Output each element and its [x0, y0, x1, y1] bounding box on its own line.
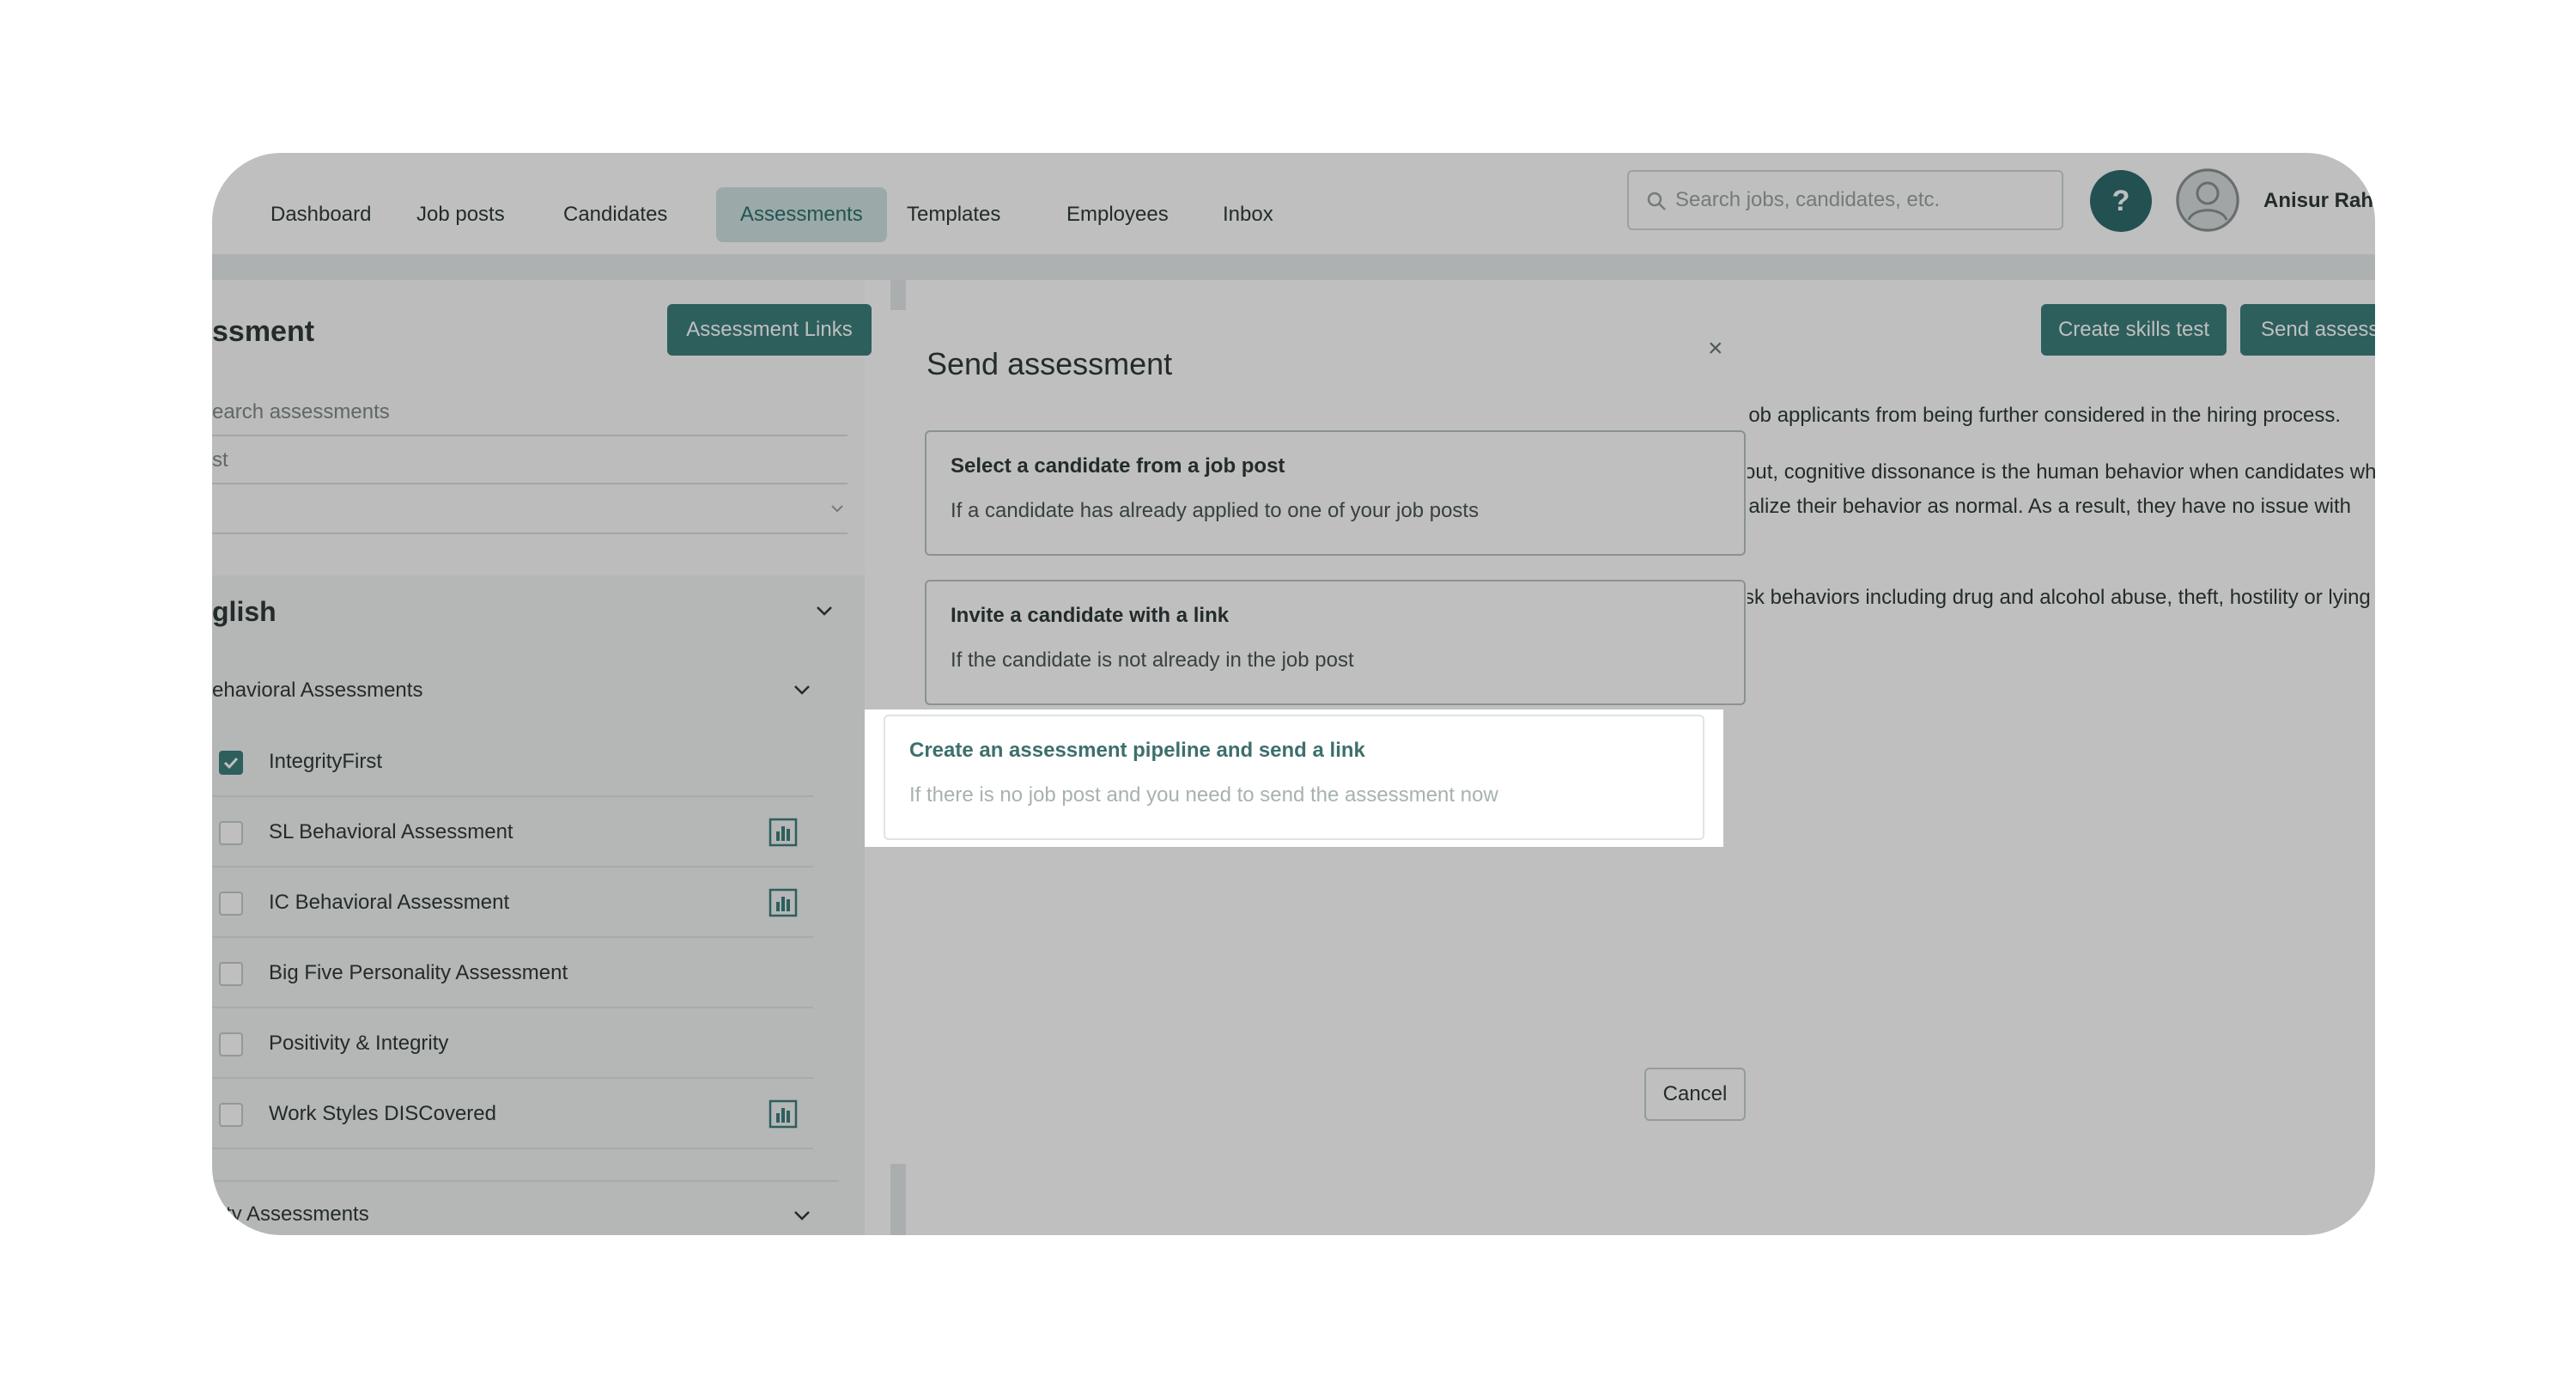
cancel-button[interactable]: Cancel	[1644, 1068, 1746, 1121]
option-create-assessment-pipeline[interactable]: Create an assessment pipeline and send a…	[884, 715, 1704, 840]
option-title: Select a candidate from a job post	[951, 454, 1285, 478]
option-select-candidate-from-job-post[interactable]: Select a candidate from a job post If a …	[925, 430, 1746, 556]
app-window: Dashboard Job posts Candidates Assessmen…	[212, 153, 2375, 1235]
dialog-title: Send assessment	[927, 346, 1173, 381]
close-icon[interactable]: ×	[1708, 334, 1723, 363]
option-description: If the candidate is not already in the j…	[951, 648, 1354, 672]
option-description: If a candidate has already applied to on…	[951, 499, 1479, 522]
option-title: Invite a candidate with a link	[951, 604, 1230, 627]
option-invite-candidate-with-link[interactable]: Invite a candidate with a link If the ca…	[925, 580, 1746, 705]
option-title: Create an assessment pipeline and send a…	[909, 739, 1365, 762]
option-description: If there is no job post and you need to …	[909, 783, 1498, 807]
highlighted-option-spotlight: Create an assessment pipeline and send a…	[865, 709, 1723, 847]
